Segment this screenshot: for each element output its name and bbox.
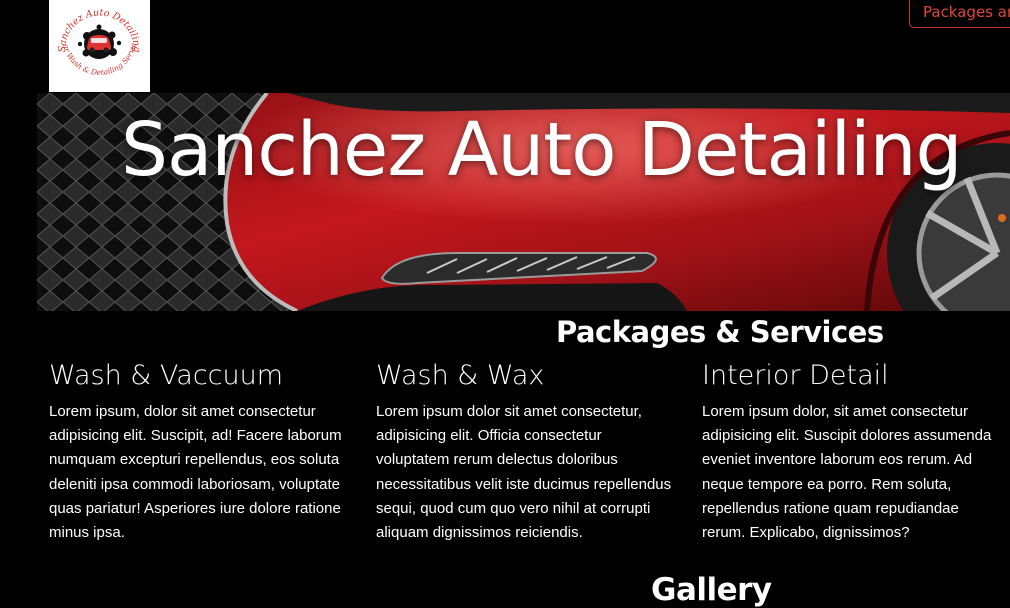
package-title: Interior Detail: [702, 360, 889, 391]
package-description: Lorem ipsum, dolor sit amet consectetur …: [49, 403, 342, 542]
package-card-wash-wax: Wash & Wax Lorem ipsum dolor sit amet co…: [376, 356, 676, 545]
hero-banner: Sanchez Auto Detailing: [37, 93, 1010, 311]
logo-graphic: Sanchez Auto Detailing Car Wash & Detail…: [49, 0, 150, 92]
package-description: Lorem ipsum dolor, sit amet consectetur …: [702, 403, 992, 542]
page: Sanchez Auto Detailing Car Wash & Detail…: [0, 0, 1010, 608]
packages-heading: Packages & Services: [556, 315, 884, 349]
site-logo[interactable]: Sanchez Auto Detailing Car Wash & Detail…: [49, 0, 150, 92]
package-title: Wash & Vaccuum: [49, 360, 284, 391]
package-card-wash-vacuum: Wash & Vaccuum Lorem ipsum, dolor sit am…: [49, 356, 349, 545]
package-description: Lorem ipsum dolor sit amet consectetur, …: [376, 403, 672, 542]
package-card-interior-detail: Interior Detail Lorem ipsum dolor, sit a…: [702, 356, 1002, 545]
hero-title: Sanchez Auto Detailing: [121, 107, 962, 193]
package-title: Wash & Wax: [376, 360, 545, 391]
packages-nav-button[interactable]: Packages and Services: [909, 0, 1010, 28]
gallery-heading: Gallery: [651, 572, 772, 608]
